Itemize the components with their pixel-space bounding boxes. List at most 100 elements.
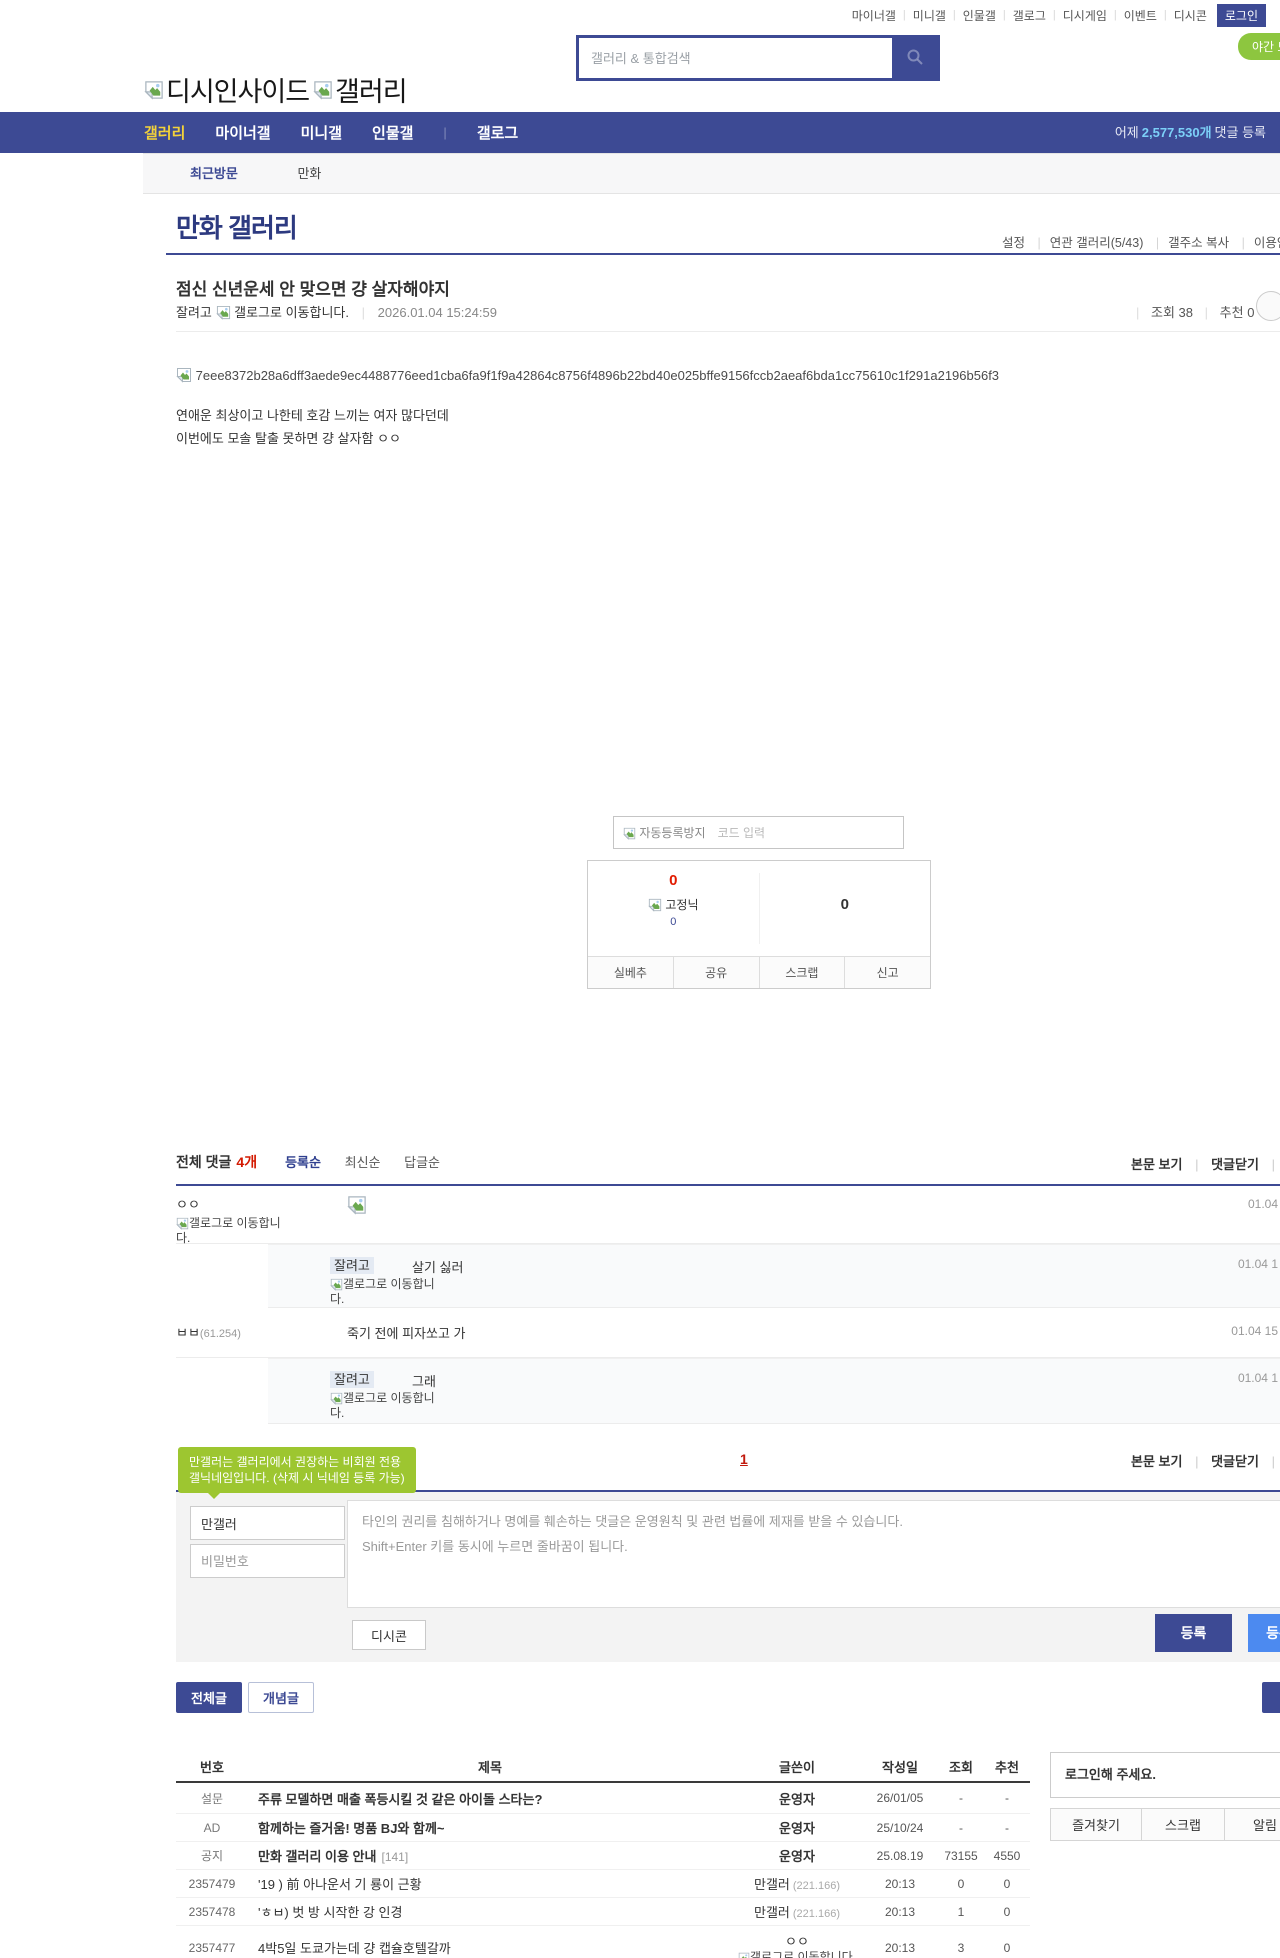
topbar-link-minor-gallery[interactable]: 마이너갤	[852, 7, 896, 24]
comment-reply-row: 잘려고 갤로그로 이동합니다. 그래 01.04 1	[268, 1358, 1280, 1424]
comment-author-name[interactable]: ㅇㅇ	[176, 1197, 200, 1212]
post-writer[interactable]: ㅇㅇ	[732, 1931, 862, 1950]
recent-visit-label[interactable]: 최근방문	[190, 166, 238, 181]
topbar-link-mini-gallery[interactable]: 미니갤	[913, 7, 946, 24]
search-button[interactable]	[892, 38, 937, 78]
view-post-link[interactable]: 본문 보기	[1131, 1454, 1182, 1469]
share-button[interactable]: 공유	[673, 957, 759, 988]
recommend-count: 추천 0	[1220, 305, 1255, 320]
post-text-line: 연애운 최상이고 나한테 호감 느끼는 여자 많다던데	[176, 404, 1280, 427]
post-title: 점신 신년운세 안 맞으면 걍 살자해야지	[176, 275, 450, 300]
stats-suffix: 댓글 등록	[1215, 125, 1266, 140]
post-title-link[interactable]: 4박5일 도쿄가는데 걍 캡슐호텔갈까	[258, 1941, 451, 1956]
comment-author-gallog[interactable]: 갤로그로 이동합니다.	[330, 1277, 448, 1307]
sort-by-newest[interactable]: 최신순	[345, 1155, 381, 1170]
comment-author-name[interactable]: 잘려고	[330, 1371, 374, 1388]
usage-guide-link[interactable]: 이용안내	[1233, 236, 1280, 250]
recommend-up-area: 0 고정닉 0	[588, 861, 759, 956]
post-writer-gallog[interactable]: 갤로그로 이동합니다.	[732, 1950, 862, 1958]
gallery-settings-link[interactable]: 설정	[1002, 236, 1025, 250]
gallog-link-alt-text[interactable]: 갤로그로 이동합니다.	[234, 305, 349, 320]
tab-concept-posts[interactable]: 개념글	[248, 1682, 314, 1713]
nav-item-gallog[interactable]: 갤로그	[477, 122, 518, 143]
nav-item-gallery[interactable]: 갤러리	[144, 122, 185, 143]
login-button[interactable]: 로그인	[1217, 4, 1266, 27]
divider: |	[1195, 1454, 1198, 1469]
nav-item-person-gallery[interactable]: 인물갤	[372, 122, 413, 143]
breadcrumb: 최근방문 만화	[143, 153, 1280, 194]
sort-by-reply[interactable]: 답글순	[404, 1155, 440, 1170]
comment-author-name[interactable]: 잘려고	[330, 1257, 374, 1274]
nav-item-mini-gallery[interactable]: 미니갤	[301, 122, 342, 143]
post-title-link[interactable]: '19 ) 前 아나운서 기 룡이 근황	[258, 1877, 422, 1892]
broken-image-icon	[176, 1217, 189, 1230]
comment-author-gallog[interactable]: 갤로그로 이동합니다.	[176, 1216, 294, 1246]
site-logo[interactable]: 디시인사이드 갤러리	[144, 70, 407, 109]
search-box	[576, 35, 940, 81]
col-header-recommend: 추천	[984, 1757, 1030, 1776]
recommend-down-count[interactable]: 0	[760, 861, 931, 956]
comment-textarea[interactable]: 타인의 권리를 침해하거나 명예를 훼손하는 댓글은 운영원칙 및 관련 법률에…	[347, 1500, 1280, 1608]
gallery-header-links: 설정 연관 갤러리(5/43) 갤주소 복사 이용안내	[1002, 232, 1280, 251]
silbechu-button[interactable]: 실베추	[588, 957, 673, 988]
post-writer[interactable]: 만갤러	[754, 1905, 790, 1920]
topbar-link-dcgame[interactable]: 디시게임	[1063, 7, 1107, 24]
post-title-link[interactable]: 함께하는 즐거움! 명품 BJ와 함께~	[258, 1821, 445, 1836]
post-body: 7eee8372b28a6dff3aede9ec4488776eed1cba6f…	[176, 367, 1280, 450]
view-post-link[interactable]: 본문 보기	[1131, 1157, 1182, 1172]
tab-all-posts[interactable]: 전체글	[176, 1682, 242, 1713]
table-row: AD 함께하는 즐거움! 명품 BJ와 함께~ 운영자 25/10/24 - -	[176, 1814, 1030, 1842]
comment-submit-button[interactable]: 등록	[1155, 1614, 1232, 1652]
close-comments-link[interactable]: 댓글닫기	[1211, 1454, 1259, 1469]
post-writer[interactable]: 만갤러	[754, 1877, 790, 1892]
comment-author: ㅇㅇ 갤로그로 이동합니다.	[176, 1194, 306, 1246]
page-number-1[interactable]: 1	[740, 1451, 748, 1467]
nav-item-minor-gallery[interactable]: 마이너갤	[215, 122, 270, 143]
close-comments-link[interactable]: 댓글닫기	[1211, 1157, 1259, 1172]
topbar-link-event[interactable]: 이벤트	[1124, 7, 1157, 24]
write-post-button[interactable]	[1262, 1682, 1280, 1713]
post-writer[interactable]: 운영자	[732, 1789, 862, 1808]
recommend-up-count[interactable]: 0	[588, 872, 759, 889]
notification-button[interactable]: 알림	[1224, 1808, 1280, 1841]
nickname-input[interactable]	[190, 1506, 345, 1540]
report-button[interactable]: 신고	[844, 957, 930, 988]
table-row: 2357478 'ㅎㅂ) 벗 방 시작한 강 인경 만갤러(221.166) 2…	[176, 1898, 1030, 1926]
divider: |	[953, 9, 956, 21]
col-header-number: 번호	[176, 1757, 248, 1776]
comments-total-label: 전체 댓글	[176, 1152, 231, 1172]
post-title-link[interactable]: 만화 갤러리 이용 안내	[258, 1849, 376, 1864]
broken-image-icon	[313, 80, 333, 100]
gallery-title[interactable]: 만화 갤러리	[176, 208, 297, 245]
dccon-button[interactable]: 디시콘	[352, 1620, 426, 1650]
divider: |	[1195, 1157, 1198, 1172]
post-author[interactable]: 잘려고	[176, 305, 212, 320]
scrap-button[interactable]: 스크랩	[759, 957, 845, 988]
related-galleries-link[interactable]: 연관 갤러리(5/43)	[1029, 236, 1144, 250]
breadcrumb-current-gallery[interactable]: 만화	[297, 166, 321, 181]
post-title-link[interactable]: 'ㅎㅂ) 벗 방 시작한 강 인경	[258, 1905, 402, 1920]
comment-submit-button-secondary[interactable]: 등록	[1248, 1614, 1280, 1652]
comment-author-gallog[interactable]: 갤로그로 이동합니다.	[330, 1391, 448, 1421]
password-input[interactable]	[190, 1544, 345, 1578]
topbar-link-dccon[interactable]: 디시콘	[1174, 7, 1207, 24]
table-row: 2357477 4박5일 도쿄가는데 걍 캡슐호텔갈까 ㅇㅇ 갤로그로 이동합니…	[176, 1926, 1030, 1958]
post-date: 25/10/24	[862, 1821, 938, 1835]
scrap-button[interactable]: 스크랩	[1141, 1808, 1225, 1841]
topbar-link-gallog[interactable]: 갤로그	[1013, 7, 1046, 24]
post-writer[interactable]: 운영자	[732, 1846, 862, 1865]
post-writer[interactable]: 운영자	[732, 1818, 862, 1837]
main-navbar: 갤러리 마이너갤 미니갤 인물갤 | 갤로그 어제2,577,530개댓글 등록	[0, 112, 1280, 153]
copy-gallery-url-link[interactable]: 갤주소 복사	[1147, 236, 1229, 250]
post-date: 25.08.19	[862, 1849, 938, 1863]
sort-by-registered[interactable]: 등록순	[285, 1155, 321, 1170]
comment-date: 01.04 1	[1238, 1371, 1278, 1385]
favorite-button[interactable]: 즐겨찾기	[1050, 1808, 1142, 1841]
topbar-link-person-gallery[interactable]: 인물갤	[963, 7, 996, 24]
comment-author-name[interactable]: ㅂㅂ	[176, 1325, 200, 1340]
post-title-link[interactable]: 주류 모델하면 매출 폭등시킬 것 같은 아이돌 스타는?	[258, 1792, 542, 1807]
more-options-button[interactable]	[1256, 291, 1280, 321]
comments-header-links: 본문 보기 | 댓글닫기 |	[1131, 1154, 1280, 1173]
search-input[interactable]	[579, 38, 892, 78]
captcha-input[interactable]	[706, 817, 903, 848]
